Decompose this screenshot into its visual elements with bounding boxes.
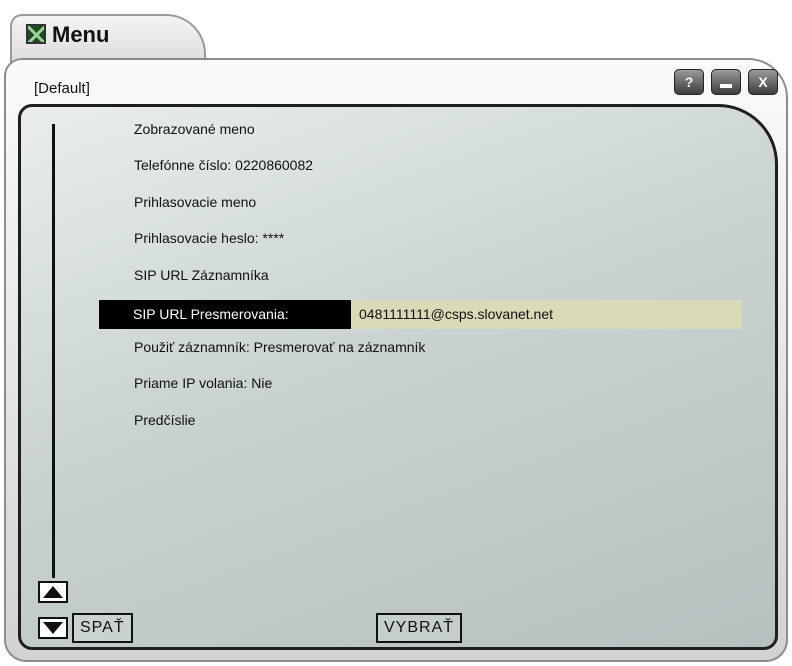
profile-label: [Default]: [34, 80, 90, 97]
app-logo-icon: [26, 24, 46, 44]
help-icon: ?: [684, 74, 694, 90]
arrow-up-icon: [43, 586, 63, 598]
arrow-down-icon: [43, 622, 63, 634]
menu-item-phone-number[interactable]: Telefónne číslo: 0220860082: [134, 156, 313, 174]
menu-item-forwarding-sip-url[interactable]: SIP URL Presmerovania:: [99, 300, 351, 329]
scroll-up-button[interactable]: [38, 581, 68, 603]
scroll-down-button[interactable]: [38, 617, 68, 639]
forwarding-sip-url-value[interactable]: 0481111111@csps.slovanet.net: [351, 300, 742, 329]
menu-item-prefix[interactable]: Predčíslie: [134, 411, 195, 429]
menu-item-login-name[interactable]: Prihlasovacie meno: [134, 193, 256, 211]
menu-panel: [18, 104, 778, 650]
select-button[interactable]: VYBRAŤ: [376, 613, 463, 643]
minimize-icon: [720, 84, 732, 88]
menu-item-display-name[interactable]: Zobrazované meno: [134, 120, 255, 138]
close-button[interactable]: X: [748, 69, 778, 95]
menu-item-voicemail-sip-url[interactable]: SIP URL Záznamníka: [134, 266, 269, 284]
help-button[interactable]: ?: [674, 69, 704, 95]
window-title: Menu: [52, 22, 110, 47]
menu-item-login-password[interactable]: Prihlasovacie heslo: ****: [134, 229, 284, 247]
minimize-button[interactable]: [711, 69, 741, 95]
window-controls: ? X: [674, 69, 778, 95]
menu-item-direct-ip-calls[interactable]: Priame IP volania: Nie: [134, 374, 272, 392]
close-icon: X: [758, 74, 768, 90]
menu-item-use-voicemail[interactable]: Použiť záznamník: Presmerovať na záznamn…: [134, 338, 425, 356]
scrollbar-track[interactable]: [52, 124, 55, 578]
back-button[interactable]: SPAŤ: [72, 613, 133, 643]
